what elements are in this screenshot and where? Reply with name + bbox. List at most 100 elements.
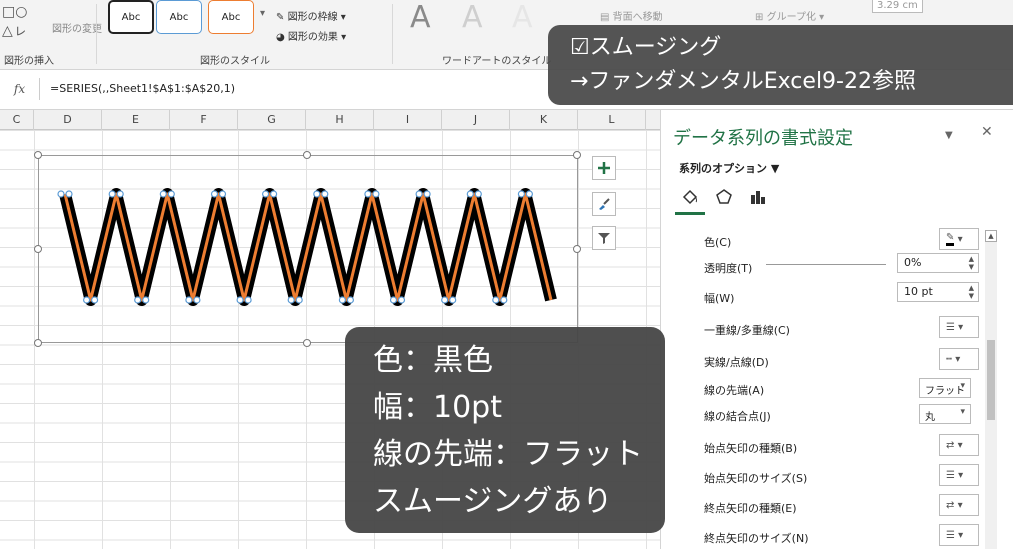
scroll-thumb[interactable]: [987, 340, 995, 420]
wordart-style-3[interactable]: A: [512, 0, 533, 35]
compound-type-button[interactable]: ☰ ▾: [939, 316, 979, 338]
column-header-g[interactable]: G: [238, 110, 306, 130]
data-point-marker[interactable]: [108, 190, 116, 198]
column-header-d[interactable]: D: [34, 110, 102, 130]
data-point-marker[interactable]: [492, 296, 500, 304]
data-point-marker[interactable]: [57, 190, 65, 198]
shape-style-black[interactable]: Abc: [108, 0, 154, 34]
data-point-marker[interactable]: [167, 190, 175, 198]
data-point-marker[interactable]: [346, 296, 354, 304]
data-point-marker[interactable]: [244, 296, 252, 304]
data-point-marker[interactable]: [82, 296, 91, 304]
data-point-marker[interactable]: [142, 296, 150, 304]
width-input[interactable]: 10 pt ▲ ▼: [897, 282, 979, 302]
data-point-marker[interactable]: [295, 296, 303, 304]
series-options-tab[interactable]: [747, 186, 769, 208]
shape-effects-button[interactable]: ◕ 図形の効果 ▾: [276, 28, 346, 43]
data-point-marker[interactable]: [466, 190, 474, 198]
wordart-style-1[interactable]: A: [410, 0, 431, 35]
data-point-marker[interactable]: [185, 296, 193, 304]
effects-tab[interactable]: [713, 186, 735, 208]
pane-scrollbar[interactable]: ▲: [985, 230, 997, 549]
data-point-marker[interactable]: [65, 190, 73, 198]
data-point-marker[interactable]: [270, 190, 278, 198]
resize-handle[interactable]: [34, 245, 42, 253]
spinner-arrows-icon[interactable]: ▲ ▼: [969, 255, 974, 271]
data-point-marker[interactable]: [441, 296, 449, 304]
shape-outline-button[interactable]: ✎ 図形の枠線 ▾: [276, 8, 346, 23]
column-header-i[interactable]: I: [374, 110, 442, 130]
data-point-marker[interactable]: [193, 296, 201, 304]
resize-handle[interactable]: [34, 151, 42, 159]
data-point-marker[interactable]: [397, 296, 406, 304]
join-type-select[interactable]: 丸 ▾: [919, 404, 971, 424]
data-point-marker[interactable]: [134, 296, 142, 304]
shape-style-orange[interactable]: Abc: [208, 0, 254, 34]
chart-styles-button[interactable]: [592, 192, 616, 216]
data-point-marker[interactable]: [449, 296, 457, 304]
data-point-marker[interactable]: [517, 190, 525, 198]
resize-handle[interactable]: [303, 339, 311, 347]
resize-handle[interactable]: [34, 339, 42, 347]
wordart-style-2[interactable]: A: [462, 0, 483, 35]
data-point-marker[interactable]: [364, 190, 372, 198]
series-options-dropdown[interactable]: 系列のオプション ▼: [679, 160, 779, 176]
chevron-down-icon[interactable]: ▼: [945, 130, 953, 141]
data-point-marker[interactable]: [210, 190, 219, 198]
data-point-marker[interactable]: [423, 190, 431, 198]
pentagon-icon: [716, 189, 732, 204]
data-point-marker[interactable]: [372, 190, 380, 198]
transparency-slider[interactable]: [766, 264, 886, 265]
transparency-input[interactable]: 0% ▲ ▼: [897, 253, 979, 273]
column-header-k[interactable]: K: [510, 110, 578, 130]
send-backward-button[interactable]: ▤ 背面へ移動: [600, 8, 663, 23]
data-point-marker[interactable]: [116, 190, 124, 198]
end-arrow-type-button[interactable]: ⇄ ▾: [939, 494, 979, 516]
column-header-j[interactable]: J: [442, 110, 510, 130]
data-point-marker[interactable]: [90, 296, 99, 304]
column-header-e[interactable]: E: [102, 110, 170, 130]
color-picker-button[interactable]: ✎ ▾: [939, 228, 979, 250]
data-point-marker[interactable]: [389, 296, 398, 304]
data-point-marker[interactable]: [321, 190, 329, 198]
cap-type-select[interactable]: フラット ▾: [919, 378, 971, 398]
chart-filters-button[interactable]: [592, 226, 616, 250]
height-input[interactable]: 3.29 cm: [872, 0, 923, 13]
style-gallery-scroll[interactable]: ▾: [260, 8, 265, 19]
scroll-up-icon[interactable]: ▲: [985, 230, 997, 242]
close-icon[interactable]: ✕: [981, 124, 993, 140]
resize-handle[interactable]: [573, 245, 581, 253]
column-header-c[interactable]: C: [0, 110, 34, 130]
shape-style-blue[interactable]: Abc: [156, 0, 202, 34]
chart-elements-button[interactable]: [592, 156, 616, 180]
column-header-l[interactable]: L: [578, 110, 646, 130]
data-point-marker[interactable]: [338, 296, 346, 304]
dash-type-button[interactable]: ┅ ▾: [939, 348, 979, 370]
data-point-marker[interactable]: [313, 190, 321, 198]
series-line[interactable]: [63, 192, 553, 302]
data-point-marker[interactable]: [218, 190, 227, 198]
shape-gallery[interactable]: □○ △ㇾ: [2, 4, 27, 40]
data-point-marker[interactable]: [287, 296, 295, 304]
data-point-marker[interactable]: [525, 190, 533, 198]
fill-line-tab[interactable]: [679, 186, 701, 208]
column-header-h[interactable]: H: [306, 110, 374, 130]
begin-arrow-type-button[interactable]: ⇄ ▾: [939, 434, 979, 456]
data-point-marker[interactable]: [474, 190, 482, 198]
fx-icon[interactable]: fx: [0, 78, 40, 100]
data-point-marker[interactable]: [159, 190, 167, 198]
begin-arrow-size-button[interactable]: ☰ ▾: [939, 464, 979, 486]
data-point-marker[interactable]: [500, 296, 508, 304]
group-button[interactable]: ⊞ グループ化 ▾: [755, 8, 824, 23]
resize-handle[interactable]: [303, 151, 311, 159]
end-arrow-size-button[interactable]: ☰ ▾: [939, 524, 979, 546]
resize-handle[interactable]: [573, 151, 581, 159]
column-header-f[interactable]: F: [170, 110, 238, 130]
data-point-marker[interactable]: [236, 296, 244, 304]
data-point-marker[interactable]: [415, 190, 423, 198]
change-shape-button[interactable]: 図形の変更: [52, 20, 102, 35]
data-point-marker[interactable]: [262, 190, 270, 198]
formula-input[interactable]: =SERIES(,,Sheet1!$A$1:$A$20,1): [50, 82, 235, 95]
chart-area[interactable]: [38, 155, 578, 343]
spinner-arrows-icon[interactable]: ▲ ▼: [969, 284, 974, 300]
